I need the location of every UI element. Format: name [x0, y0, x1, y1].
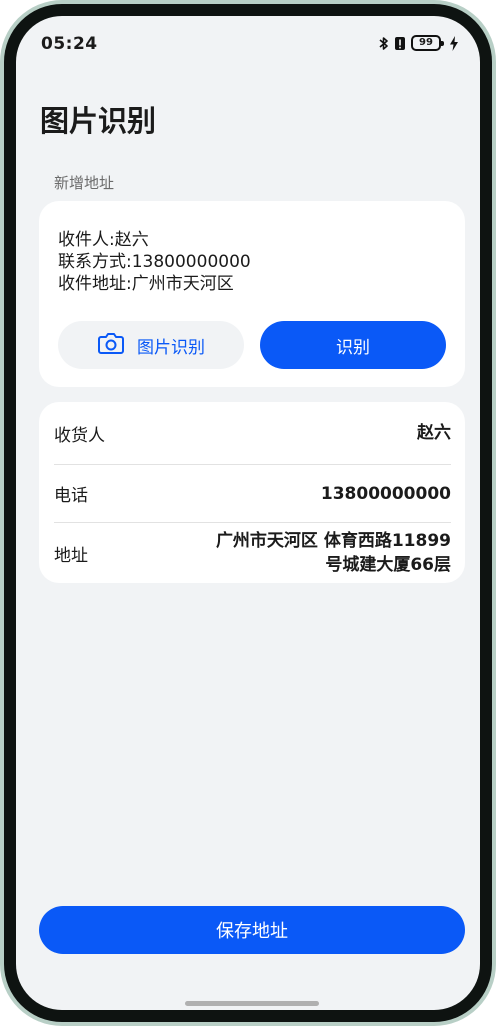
- save-address-button[interactable]: 保存地址: [39, 906, 465, 954]
- form-row-address[interactable]: 地址 广州市天河区 体育西路11899 号城建大厦66层: [54, 523, 451, 583]
- battery-indicator: 99: [411, 35, 444, 51]
- image-recognize-label: 图片识别: [137, 337, 205, 358]
- phone-value[interactable]: 13800000000: [321, 482, 451, 506]
- recognize-button[interactable]: 识别: [260, 321, 446, 369]
- page-title: 图片识别: [40, 104, 157, 138]
- bluetooth-icon: [379, 36, 389, 51]
- recipient-value[interactable]: 赵六: [417, 421, 451, 445]
- camera-icon: [97, 331, 125, 360]
- status-time: 05:24: [41, 34, 98, 54]
- charging-icon: [450, 35, 458, 51]
- recognize-button-row: 图片识别 识别: [58, 321, 446, 369]
- recognize-card: 收件人:赵六 联系方式:13800000000 收件地址:广州市天河区 图片识别…: [39, 201, 465, 387]
- phone-frame: 05:24 99 图片识别 新增地址 收件人:赵六 联系方式:138000000…: [0, 0, 496, 1026]
- section-title: 新增地址: [54, 174, 115, 192]
- phone-label: 电话: [54, 486, 88, 506]
- address-value[interactable]: 广州市天河区 体育西路11899 号城建大厦66层: [216, 529, 451, 577]
- screen: 05:24 99 图片识别 新增地址 收件人:赵六 联系方式:138000000…: [16, 16, 480, 1010]
- recipient-label: 收货人: [54, 425, 105, 446]
- phone-bezel: 05:24 99 图片识别 新增地址 收件人:赵六 联系方式:138000000…: [4, 4, 492, 1022]
- image-recognize-button[interactable]: 图片识别: [58, 321, 244, 369]
- alert-icon: [394, 36, 406, 51]
- form-row-phone[interactable]: 电话 13800000000: [54, 465, 451, 522]
- status-icons: 99: [379, 35, 458, 51]
- address-label: 地址: [54, 545, 88, 566]
- status-bar: 05:24 99: [16, 16, 480, 66]
- address-form-card: 收货人 赵六 电话 13800000000 地址 广州市天河区 体育西路1189…: [39, 402, 465, 583]
- home-indicator[interactable]: [185, 1001, 319, 1006]
- form-row-recipient[interactable]: 收货人 赵六: [54, 402, 451, 464]
- recognize-text-area[interactable]: 收件人:赵六 联系方式:13800000000 收件地址:广州市天河区: [58, 229, 438, 295]
